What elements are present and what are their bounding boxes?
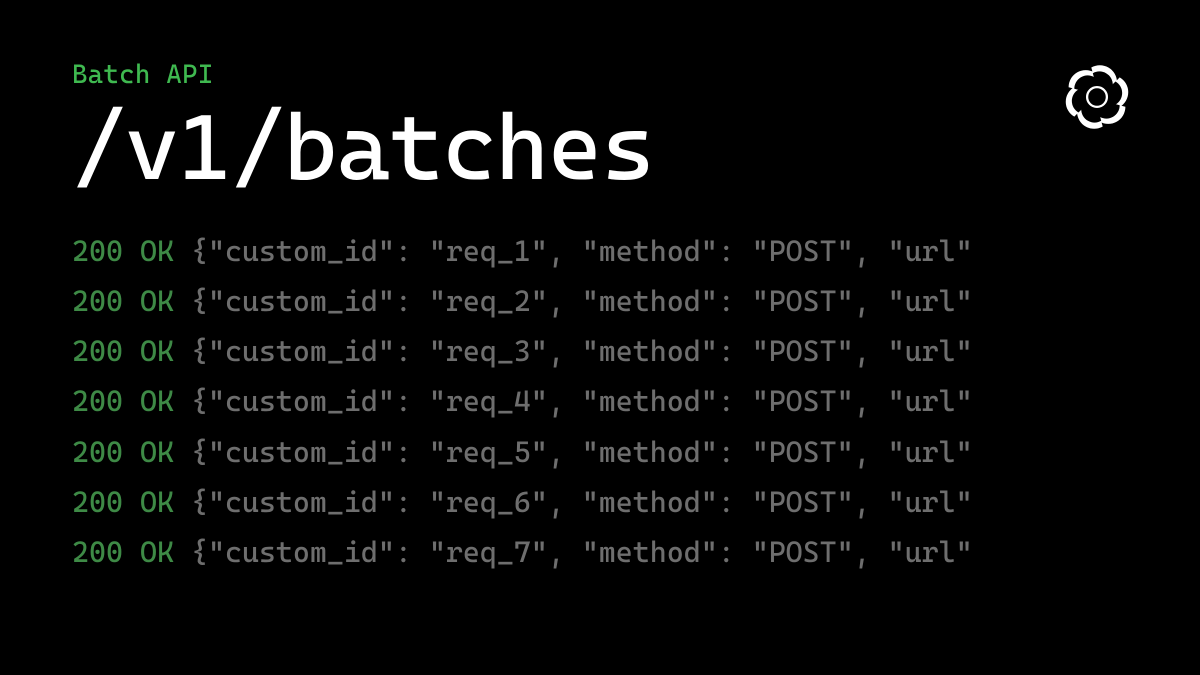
page-subtitle: Batch API <box>72 60 1200 90</box>
log-line: 200 OK {"custom_id": "req_2", "method": … <box>72 283 1200 319</box>
log-line-list: 200 OK {"custom_id": "req_1", "method": … <box>72 233 1200 571</box>
http-status: 200 OK <box>72 384 174 418</box>
log-line: 200 OK {"custom_id": "req_1", "method": … <box>72 233 1200 269</box>
http-status: 200 OK <box>72 334 174 368</box>
log-line: 200 OK {"custom_id": "req_7", "method": … <box>72 534 1200 570</box>
log-payload: {"custom_id": "req_5", "method": "POST",… <box>191 435 973 469</box>
log-line: 200 OK {"custom_id": "req_5", "method": … <box>72 434 1200 470</box>
log-line: 200 OK {"custom_id": "req_6", "method": … <box>72 484 1200 520</box>
log-line: 200 OK {"custom_id": "req_4", "method": … <box>72 383 1200 419</box>
log-payload: {"custom_id": "req_2", "method": "POST",… <box>191 284 973 318</box>
page-container: Batch API /v1/batches 200 OK {"custom_id… <box>0 0 1200 675</box>
http-status: 200 OK <box>72 435 174 469</box>
log-payload: {"custom_id": "req_4", "method": "POST",… <box>191 384 973 418</box>
http-status: 200 OK <box>72 485 174 519</box>
openai-logo-icon <box>1058 58 1136 136</box>
page-title: /v1/batches <box>72 100 1200 197</box>
http-status: 200 OK <box>72 234 174 268</box>
http-status: 200 OK <box>72 535 174 569</box>
log-payload: {"custom_id": "req_6", "method": "POST",… <box>191 485 973 519</box>
log-payload: {"custom_id": "req_3", "method": "POST",… <box>191 334 973 368</box>
log-payload: {"custom_id": "req_7", "method": "POST",… <box>191 535 973 569</box>
log-payload: {"custom_id": "req_1", "method": "POST",… <box>191 234 973 268</box>
http-status: 200 OK <box>72 284 174 318</box>
log-line: 200 OK {"custom_id": "req_3", "method": … <box>72 333 1200 369</box>
